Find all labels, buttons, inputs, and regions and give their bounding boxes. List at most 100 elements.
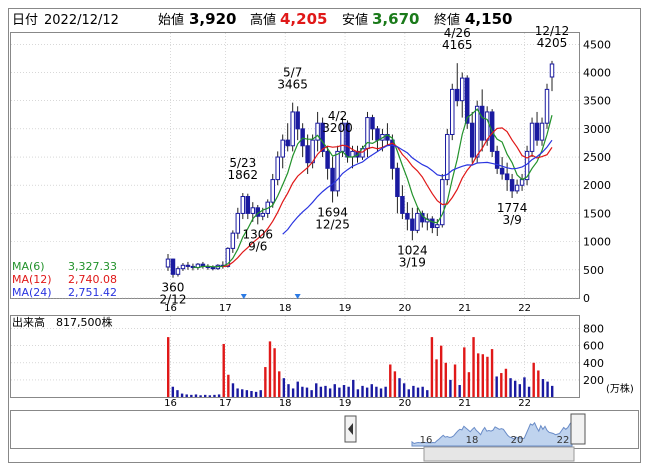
- price-x-tick: 21: [458, 303, 471, 314]
- candle-body: [410, 218, 415, 231]
- price-y-tick: 2500: [583, 151, 611, 164]
- navigator-left-handle[interactable]: [344, 415, 357, 443]
- price-annotation: 3/19: [399, 255, 426, 269]
- volume-bar: [472, 337, 475, 397]
- volume-value: 817,500株: [56, 315, 113, 329]
- price-y-tick: 1000: [583, 236, 611, 249]
- price-x-tick: 16: [164, 303, 177, 314]
- volume-bar: [268, 341, 272, 397]
- volume-label: 出来高: [12, 315, 45, 329]
- candle-body: [230, 232, 236, 249]
- volume-bar: [278, 371, 281, 397]
- volume-bar: [412, 385, 415, 397]
- legend-ma12-name: MA(12): [12, 273, 52, 286]
- date-value: 2022/12/12: [44, 13, 119, 28]
- volume-bar: [513, 380, 517, 397]
- volume-bar: [375, 386, 378, 397]
- navigator-right-handle[interactable]: [570, 413, 586, 445]
- candle-body: [459, 77, 465, 102]
- candle-body: [494, 150, 500, 169]
- open-label: 始値: [158, 12, 184, 28]
- candle-body: [400, 196, 405, 214]
- price-annotation: 1862: [228, 168, 259, 182]
- volume-bar: [250, 391, 253, 397]
- volume-bar: [407, 389, 410, 397]
- price-x-tick: 22: [518, 303, 531, 314]
- candle-body: [544, 88, 550, 124]
- navigator-year-label: 22: [557, 435, 570, 446]
- volume-bar: [504, 368, 508, 397]
- volume-y-tick: 600: [583, 340, 604, 353]
- volume-bar: [305, 387, 309, 397]
- volume-bar: [287, 384, 290, 397]
- volume-bar: [416, 387, 420, 397]
- volume-bar: [365, 387, 369, 397]
- volume-bar: [463, 347, 466, 397]
- volume-bar: [208, 395, 212, 397]
- price-annotation: 12/25: [315, 217, 350, 231]
- volume-bar: [551, 385, 554, 397]
- volume-bar: [231, 383, 235, 397]
- candle-body: [539, 122, 545, 141]
- volume-bar: [430, 337, 434, 397]
- candle-body: [170, 258, 176, 275]
- candle-body: [504, 173, 510, 181]
- candle-body: [534, 122, 540, 141]
- price-y-tick: 1500: [583, 207, 611, 220]
- volume-bar: [291, 388, 295, 397]
- volume-x-tick: 19: [339, 398, 352, 409]
- price-x-tick: 18: [279, 303, 292, 314]
- price-y-tick: 0: [583, 292, 590, 305]
- candle-body: [295, 111, 300, 130]
- high-value: 4,205: [280, 10, 327, 28]
- legend-ma12-value: 2,740.08: [68, 273, 117, 286]
- volume-bar: [509, 378, 512, 397]
- volume-bar: [500, 373, 503, 397]
- candle-body: [450, 88, 455, 135]
- candle-body: [285, 139, 290, 147]
- volume-bar: [245, 390, 249, 397]
- legend-ma6-name: MA(6): [12, 260, 45, 273]
- volume-bar: [527, 386, 531, 397]
- candle-body: [375, 128, 380, 141]
- volume-bar: [190, 394, 193, 397]
- volume-bar: [398, 378, 401, 397]
- volume-bar: [546, 381, 549, 397]
- candle-body: [479, 105, 485, 141]
- volume-bar: [439, 345, 443, 397]
- volume-bar: [481, 354, 485, 397]
- candle-body: [415, 212, 420, 231]
- candle-body: [335, 150, 340, 192]
- price-annotation: 4205: [537, 36, 568, 50]
- volume-bar: [176, 390, 179, 397]
- volume-bar: [342, 385, 346, 397]
- price-annotation: 3200: [322, 121, 353, 135]
- volume-bar: [356, 389, 360, 397]
- volume-bar: [319, 386, 323, 397]
- volume-x-tick: 16: [164, 398, 177, 409]
- volume-y-tick: 200: [583, 374, 604, 387]
- volume-bar: [171, 386, 175, 397]
- volume-bar: [379, 388, 383, 397]
- volume-bar: [495, 376, 498, 397]
- legend-ma24-name: MA(24): [12, 286, 52, 299]
- navigator-scrollbar[interactable]: [423, 446, 575, 462]
- volume-y-tick: 400: [583, 357, 604, 370]
- candle-body: [165, 258, 171, 268]
- candle-body: [509, 179, 515, 192]
- price-x-tick: 17: [219, 303, 232, 314]
- candle-body: [405, 212, 410, 220]
- candle-body: [484, 111, 490, 141]
- price-x-tick: 19: [339, 303, 352, 314]
- price-y-tick: 4000: [583, 66, 611, 79]
- volume-x-tick: 22: [518, 398, 531, 409]
- volume-bar: [518, 384, 522, 397]
- candle-body: [514, 184, 520, 192]
- volume-bar: [328, 388, 332, 397]
- volume-bar: [361, 385, 364, 397]
- candle-body: [325, 150, 330, 169]
- stock-chart-frame: 日付 2022/12/12 始値 3,920 高値 4,205 安値 3,670…: [8, 8, 641, 463]
- volume-x-tick: 21: [458, 398, 471, 409]
- price-x-tick: 20: [399, 303, 412, 314]
- low-label: 安値: [342, 12, 368, 28]
